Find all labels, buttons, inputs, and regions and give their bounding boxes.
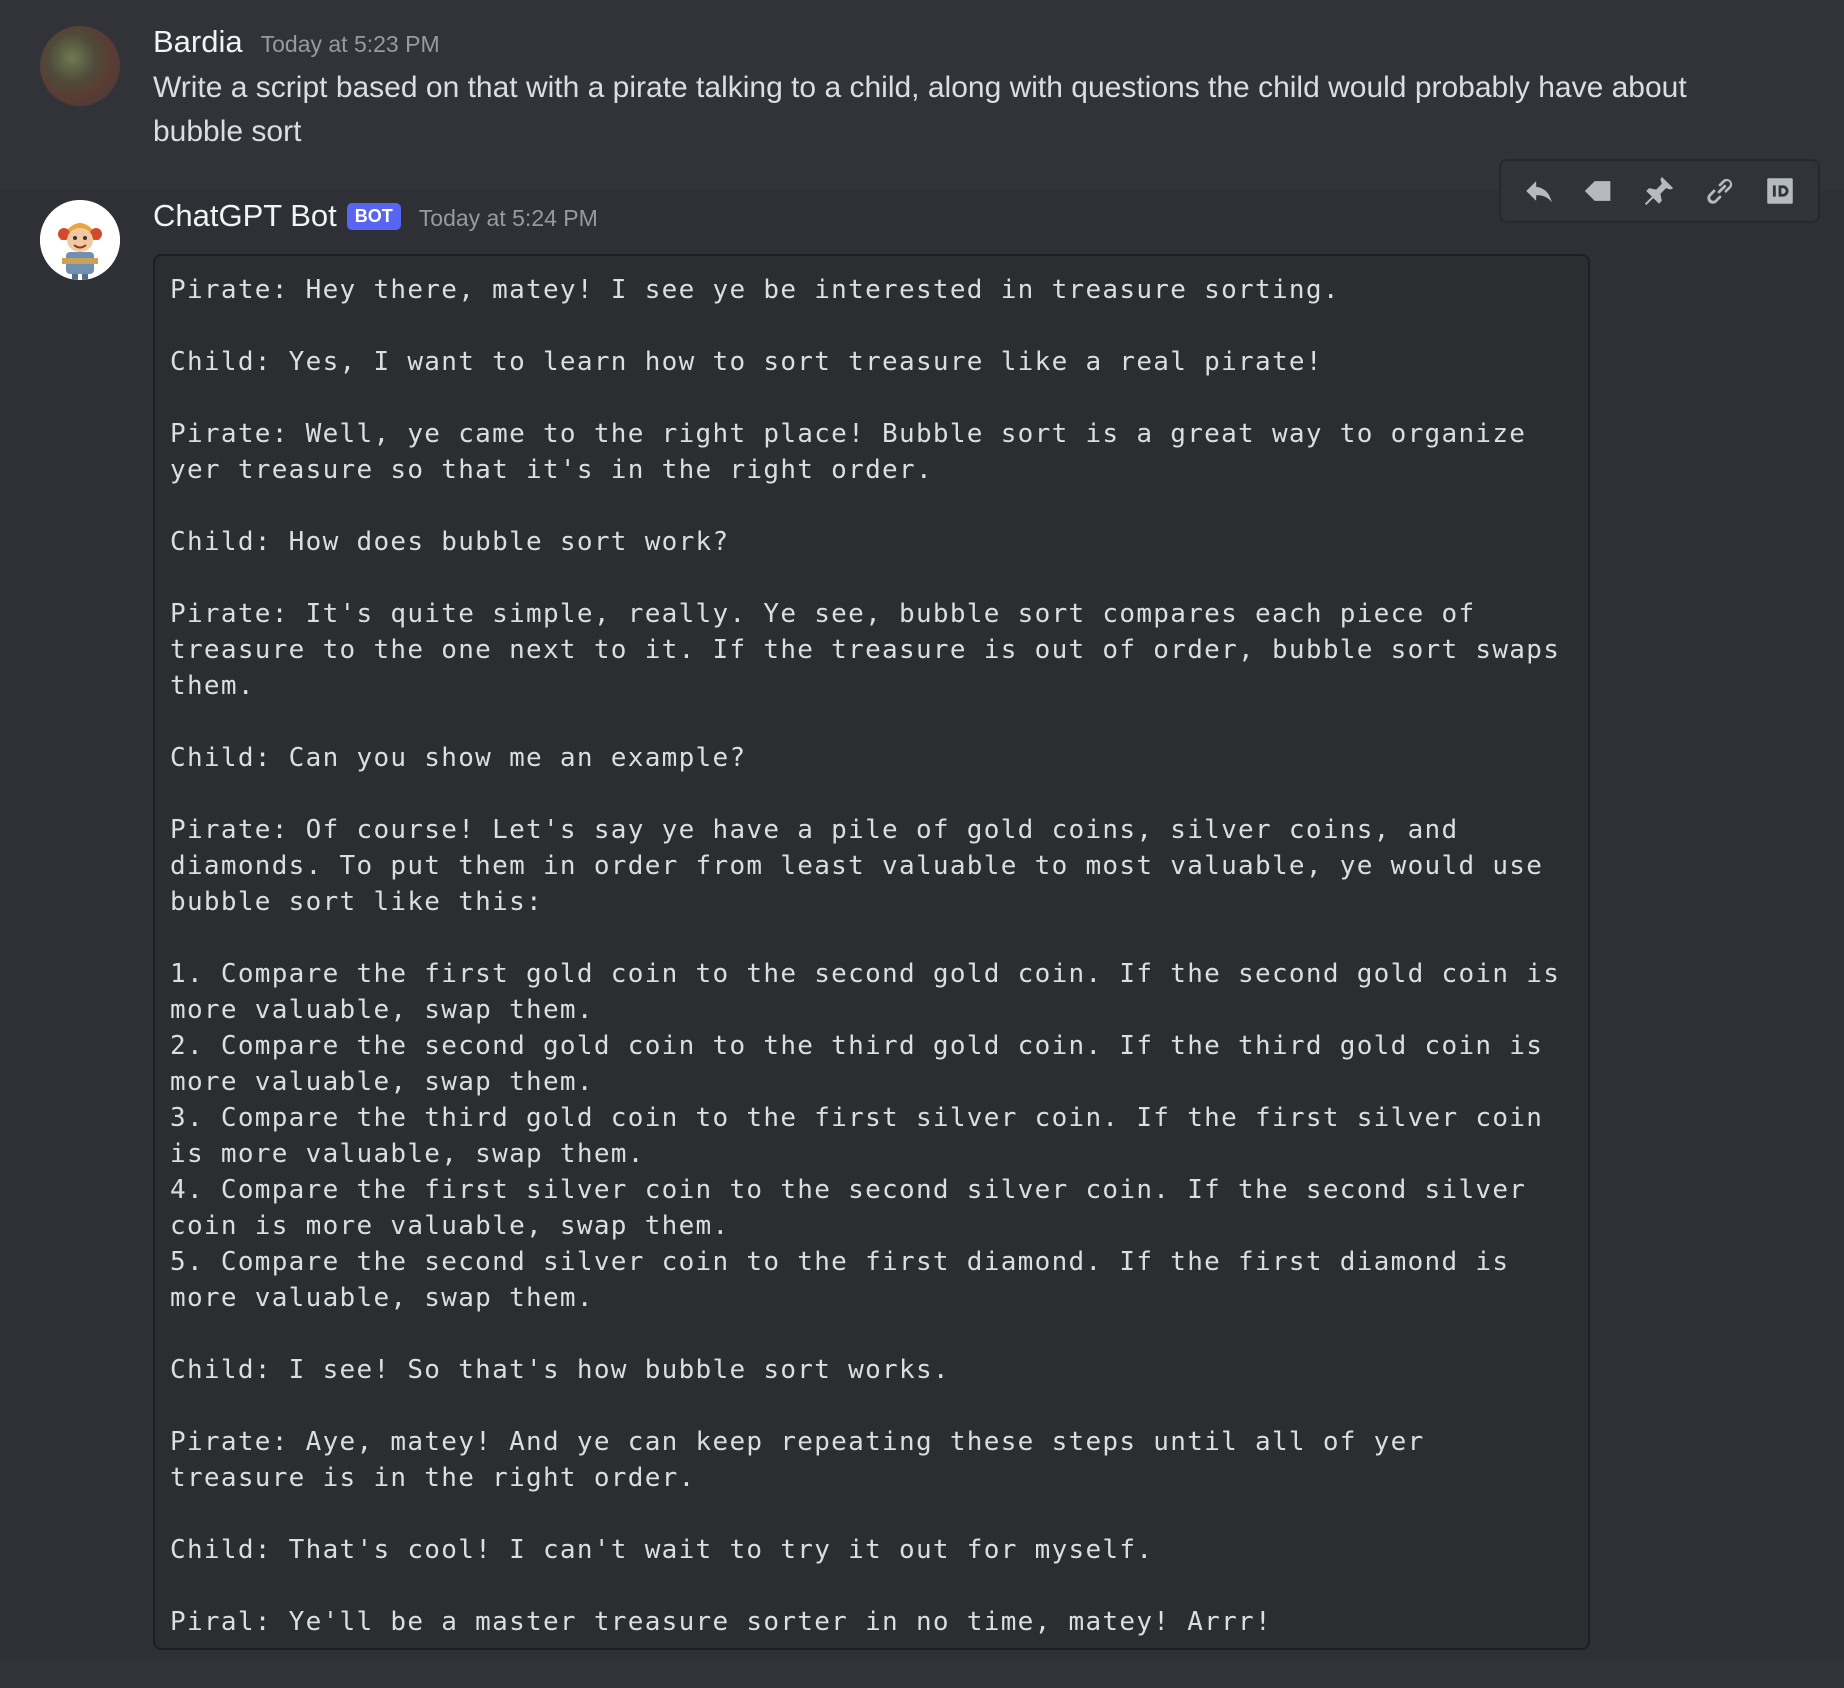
message-header: ChatGPT Bot BOT Today at 5:24 PM bbox=[153, 198, 598, 234]
message-bot: ChatGPT Bot BOT Today at 5:24 PM Pirate:… bbox=[0, 190, 1844, 1660]
id-icon bbox=[1767, 178, 1793, 204]
timestamp: Today at 5:23 PM bbox=[260, 31, 440, 57]
tag-button[interactable] bbox=[1575, 167, 1623, 215]
tag-icon bbox=[1585, 181, 1611, 201]
reply-button[interactable] bbox=[1515, 167, 1563, 215]
code-block[interactable]: Pirate: Hey there, matey! I see ye be in… bbox=[153, 254, 1590, 1650]
timestamp: Today at 5:24 PM bbox=[418, 205, 598, 231]
avatar[interactable] bbox=[40, 200, 120, 280]
link-icon bbox=[1706, 178, 1732, 204]
message-content: Write a script based on that with a pira… bbox=[153, 71, 1687, 148]
reply-icon bbox=[1526, 181, 1552, 203]
builder-avatar-icon bbox=[40, 200, 120, 280]
pin-button[interactable] bbox=[1635, 167, 1683, 215]
copy-link-button[interactable] bbox=[1696, 167, 1744, 215]
copy-id-button[interactable] bbox=[1756, 167, 1804, 215]
chat-area: Bardia Today at 5:23 PM Write a script b… bbox=[0, 0, 1844, 1688]
bot-badge: BOT bbox=[346, 203, 401, 230]
message-actions-toolbar bbox=[1499, 159, 1820, 223]
message-header: Bardia Today at 5:23 PM bbox=[153, 24, 440, 60]
username[interactable]: Bardia bbox=[153, 24, 243, 60]
avatar[interactable] bbox=[40, 26, 120, 106]
username[interactable]: ChatGPT Bot bbox=[153, 198, 337, 234]
pin-icon bbox=[1645, 176, 1674, 206]
